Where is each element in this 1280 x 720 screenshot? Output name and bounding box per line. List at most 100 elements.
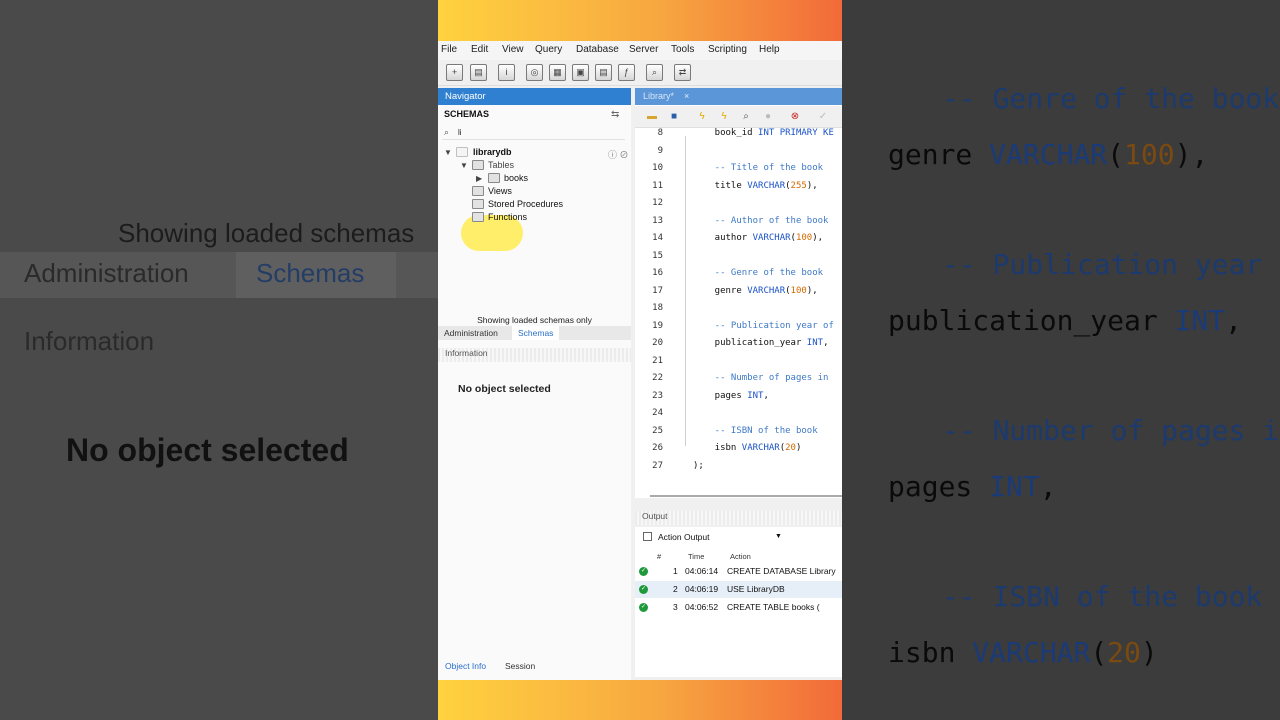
menu-view[interactable]: View	[502, 44, 524, 55]
tab-schemas[interactable]: Schemas	[512, 326, 560, 340]
menu-tools[interactable]: Tools	[671, 44, 694, 55]
line-number: 16	[652, 268, 663, 278]
execute-icon[interactable]: ϟ	[695, 110, 709, 124]
commit-icon[interactable]: ✓	[816, 110, 830, 124]
execute-statement-icon[interactable]: ϟ	[717, 110, 731, 124]
open-file-icon[interactable]: ▬	[645, 110, 659, 124]
bg-code-line: isbn VARCHAR(20)	[888, 636, 1158, 669]
tab-object-info[interactable]: Object Info	[445, 661, 486, 671]
tab-library[interactable]: Library*	[643, 91, 674, 101]
inspector-icon[interactable]: i	[498, 64, 515, 81]
new-sql-tab-icon[interactable]: +	[446, 64, 463, 81]
bg-code-line: -- Genre of the book	[942, 82, 1280, 115]
line-number: 17	[652, 285, 663, 296]
output-row[interactable]: ✓ 2 04:06:19 USE LibraryDB	[635, 581, 842, 598]
row-time: 04:06:19	[685, 584, 719, 594]
open-sql-script-icon[interactable]: ▤	[470, 64, 487, 81]
background-left: Showing loaded schemas Administration Sc…	[0, 0, 438, 720]
menu-bar: File Edit View Query Database Server Too…	[438, 41, 842, 60]
code-line: -- ISBN of the book	[693, 425, 818, 436]
close-tab-icon[interactable]: ×	[684, 91, 689, 101]
menu-query[interactable]: Query	[535, 44, 562, 55]
code-line: author VARCHAR(100),	[693, 233, 824, 243]
schema-search-input[interactable]	[458, 126, 618, 139]
collapse-icon[interactable]: ▼	[444, 146, 452, 159]
reconnect-icon[interactable]: ⇄	[674, 64, 691, 81]
create-view-icon[interactable]: ▣	[572, 64, 589, 81]
line-number: 23	[652, 390, 663, 401]
horizontal-scrollbar[interactable]	[650, 495, 842, 497]
expand-icon[interactable]: ▶	[476, 172, 482, 185]
background-right: -- Genre of the book genre VARCHAR(100),…	[842, 0, 1280, 720]
line-number: 25	[652, 425, 663, 436]
line-number: 27	[652, 460, 663, 471]
line-number: 19	[652, 320, 663, 331]
col-number: #	[657, 552, 662, 561]
info-tabs: Object Info Session	[438, 659, 631, 675]
fold-guide	[685, 136, 686, 446]
tab-administration[interactable]: Administration	[438, 326, 504, 340]
menu-scripting[interactable]: Scripting	[708, 44, 747, 55]
bg-code-line: publication_year INT,	[888, 304, 1243, 337]
dropdown-arrow-icon[interactable]: ▼	[775, 533, 782, 540]
schema-actions[interactable]: ⓘ ⊘	[608, 148, 629, 161]
code-line: -- Author of the book	[693, 215, 829, 226]
database-icon	[456, 147, 468, 157]
toggle-error-icon[interactable]: ⊗	[788, 110, 802, 124]
folder-icon	[472, 186, 484, 196]
output-header: Output	[635, 511, 842, 525]
menu-server[interactable]: Server	[629, 44, 658, 55]
save-icon[interactable]: ■	[667, 110, 681, 124]
bg-code-line: -- Number of pages in	[942, 414, 1280, 447]
menu-edit[interactable]: Edit	[471, 44, 488, 55]
tree-label: Views	[488, 186, 512, 196]
create-procedure-icon[interactable]: ▤	[595, 64, 612, 81]
main-toolbar: + ▤ i ◎ ▦ ▣ ▤ ƒ ⌕ ⇄	[438, 60, 842, 86]
menu-help[interactable]: Help	[759, 44, 780, 55]
code-line: publication_year INT,	[693, 338, 829, 348]
row-action: CREATE TABLE books (	[727, 602, 820, 612]
menu-database[interactable]: Database	[576, 44, 619, 55]
no-object-message: No object selected	[458, 383, 551, 395]
line-number: 8	[657, 128, 663, 138]
tab-session[interactable]: Session	[505, 661, 535, 671]
line-number: 9	[657, 145, 663, 156]
search-icon: ⌕	[444, 127, 450, 137]
success-icon: ✓	[639, 567, 648, 576]
bg-code-line: -- Publication year of	[942, 248, 1280, 281]
output-row[interactable]: ✓ 1 04:06:14 CREATE DATABASE Library	[635, 563, 842, 580]
create-table-icon[interactable]: ▦	[549, 64, 566, 81]
bg-code-line: pages INT,	[888, 470, 1057, 503]
bg-no-object: No object selected	[66, 432, 349, 468]
tree-label: Tables	[488, 160, 515, 170]
refresh-icon[interactable]: ⇆	[611, 109, 619, 120]
code-line: );	[693, 460, 704, 471]
tree-item-librarydb[interactable]: ▼ librarydb	[444, 146, 624, 159]
line-number: 10	[652, 163, 663, 173]
menu-file[interactable]: File	[441, 44, 457, 55]
bg-code-line: genre VARCHAR(100),	[888, 138, 1209, 171]
output-row[interactable]: ✓ 3 04:06:52 CREATE TABLE books (	[635, 599, 842, 616]
bg-showing-text: Showing loaded schemas	[118, 218, 415, 248]
create-schema-icon[interactable]: ◎	[526, 64, 543, 81]
code-line: -- Number of pages in	[693, 373, 829, 383]
output-selector[interactable]: Action Output	[643, 532, 710, 542]
bg-tab-admin: Administration	[24, 258, 189, 288]
col-time: Time	[688, 552, 705, 561]
collapse-icon[interactable]: ▼	[460, 159, 468, 172]
line-number: 12	[652, 198, 663, 208]
explain-icon[interactable]: ⌕	[739, 110, 753, 124]
create-function-icon[interactable]: ƒ	[618, 64, 635, 81]
search-table-data-icon[interactable]: ⌕	[646, 64, 663, 81]
line-number: 11	[652, 180, 663, 191]
tree-label: Functions	[488, 212, 528, 222]
schema-filter: ⌕	[442, 126, 625, 140]
tree-label: librarydb	[473, 147, 512, 157]
code-line: -- Publication year of	[693, 320, 834, 331]
line-number: 13	[652, 215, 663, 226]
code-line: book_id INT PRIMARY KE	[693, 128, 834, 138]
col-action: Action	[730, 552, 751, 561]
code-area[interactable]: 8 book_id INT PRIMARY KE 9 10 -- Title of …	[635, 128, 842, 488]
navigator-header: Navigator	[438, 88, 631, 105]
stop-icon[interactable]: ●	[761, 110, 775, 124]
